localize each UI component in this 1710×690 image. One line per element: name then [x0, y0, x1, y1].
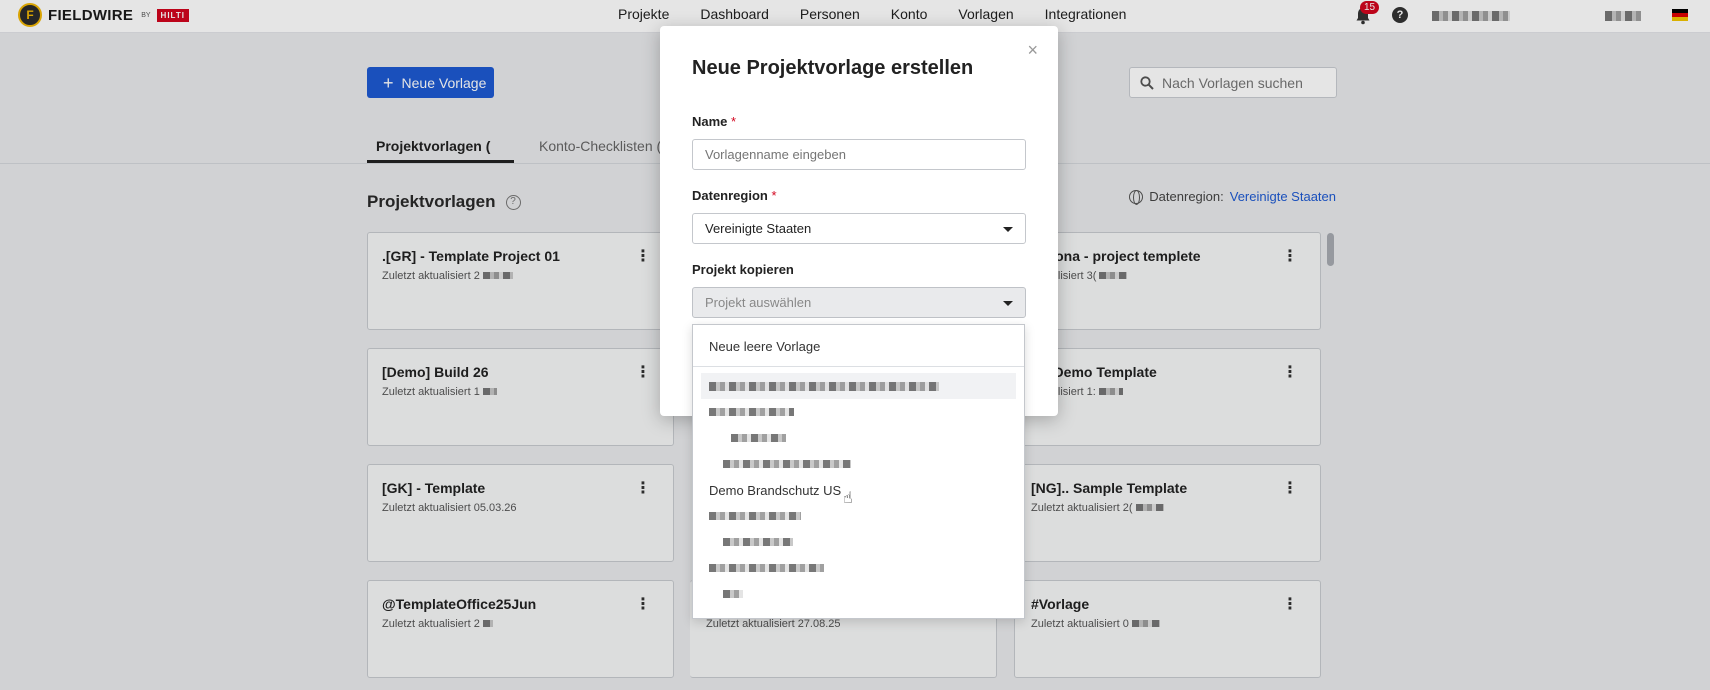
name-label: Name *: [692, 114, 737, 129]
dropdown-option-redacted[interactable]: [693, 529, 1024, 555]
copy-project-dropdown: Neue leere Vorlage Demo Brandschutz US: [692, 324, 1025, 619]
dropdown-option-redacted[interactable]: [693, 581, 1024, 607]
copy-project-placeholder: Projekt auswählen: [705, 295, 812, 310]
name-field[interactable]: [692, 139, 1026, 170]
dropdown-option-new-empty-template[interactable]: Neue leere Vorlage: [693, 325, 1024, 367]
close-icon[interactable]: ×: [1027, 40, 1038, 61]
dropdown-option-redacted[interactable]: [693, 425, 1024, 451]
hand-pointer-icon: ☝: [843, 490, 853, 507]
dropdown-option-redacted[interactable]: [693, 451, 1024, 477]
dropdown-option-redacted[interactable]: [693, 555, 1024, 581]
name-input[interactable]: [705, 147, 1005, 162]
dropdown-option-demo-brandschutz-us[interactable]: Demo Brandschutz US: [693, 477, 1024, 503]
modal-title: Neue Projektvorlage erstellen: [692, 57, 974, 79]
required-mark: *: [771, 188, 777, 203]
data-region-select[interactable]: Vereinigte Staaten: [692, 213, 1026, 244]
dropdown-option-redacted[interactable]: [693, 399, 1024, 425]
data-region-field-label: Datenregion *: [692, 188, 777, 203]
required-mark: *: [731, 114, 737, 129]
chevron-down-icon: [1003, 301, 1013, 306]
copy-project-select[interactable]: Projekt auswählen: [692, 287, 1026, 318]
data-region-selected-value: Vereinigte Staaten: [705, 221, 812, 236]
copy-project-label: Projekt kopieren: [692, 262, 794, 277]
dropdown-option-redacted[interactable]: [701, 373, 1016, 399]
dropdown-option-redacted[interactable]: [693, 503, 1024, 529]
chevron-down-icon: [1003, 227, 1013, 232]
